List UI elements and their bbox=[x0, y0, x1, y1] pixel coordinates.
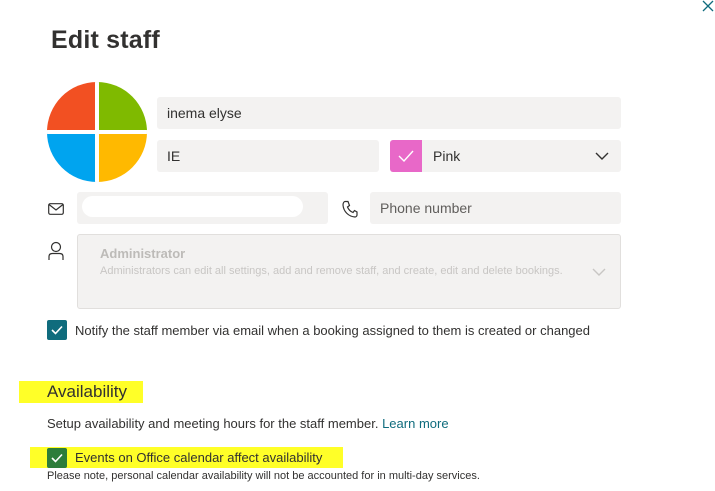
availability-heading: Availability bbox=[47, 382, 128, 401]
initials-value: IE bbox=[167, 148, 181, 164]
learn-more-link[interactable]: Learn more bbox=[382, 416, 448, 431]
role-title: Administrator bbox=[100, 246, 186, 261]
color-label: Pink bbox=[433, 148, 461, 164]
color-select[interactable]: Pink bbox=[390, 140, 621, 172]
availability-description-text: Setup availability and meeting hours for… bbox=[47, 416, 379, 431]
checkmark-icon bbox=[51, 453, 63, 463]
checkmark-icon bbox=[51, 325, 63, 335]
notify-label: Notify the staff member via email when a… bbox=[75, 323, 590, 338]
dialog-title: Edit staff bbox=[51, 26, 160, 54]
phone-placeholder: Phone number bbox=[380, 200, 472, 216]
name-field[interactable]: inema elyse bbox=[157, 97, 621, 129]
availability-description: Setup availability and meeting hours for… bbox=[47, 416, 449, 431]
phone-icon bbox=[342, 200, 358, 223]
color-swatch bbox=[390, 140, 422, 172]
close-icon bbox=[702, 0, 714, 12]
chevron-down-icon bbox=[592, 263, 606, 281]
email-field[interactable] bbox=[77, 192, 328, 224]
phone-input[interactable]: Phone number bbox=[370, 192, 621, 224]
events-label: Events on Office calendar affect availab… bbox=[75, 450, 323, 465]
mail-icon bbox=[48, 202, 64, 220]
initials-field[interactable]: IE bbox=[157, 140, 379, 172]
close-button[interactable] bbox=[700, 0, 715, 15]
avatar-logo-icon bbox=[47, 82, 147, 182]
role-select[interactable]: Administrator Administrators can edit al… bbox=[77, 234, 621, 309]
email-value bbox=[82, 196, 303, 217]
avatar[interactable] bbox=[47, 82, 147, 182]
name-value: inema elyse bbox=[167, 105, 242, 121]
notify-checkbox[interactable] bbox=[47, 320, 67, 340]
events-checkbox[interactable] bbox=[47, 448, 67, 468]
checkmark-icon bbox=[398, 150, 414, 162]
role-description: Administrators can edit all settings, ad… bbox=[100, 265, 563, 277]
chevron-down-icon bbox=[595, 152, 609, 160]
availability-note: Please note, personal calendar availabil… bbox=[47, 470, 480, 482]
person-icon bbox=[48, 241, 64, 266]
